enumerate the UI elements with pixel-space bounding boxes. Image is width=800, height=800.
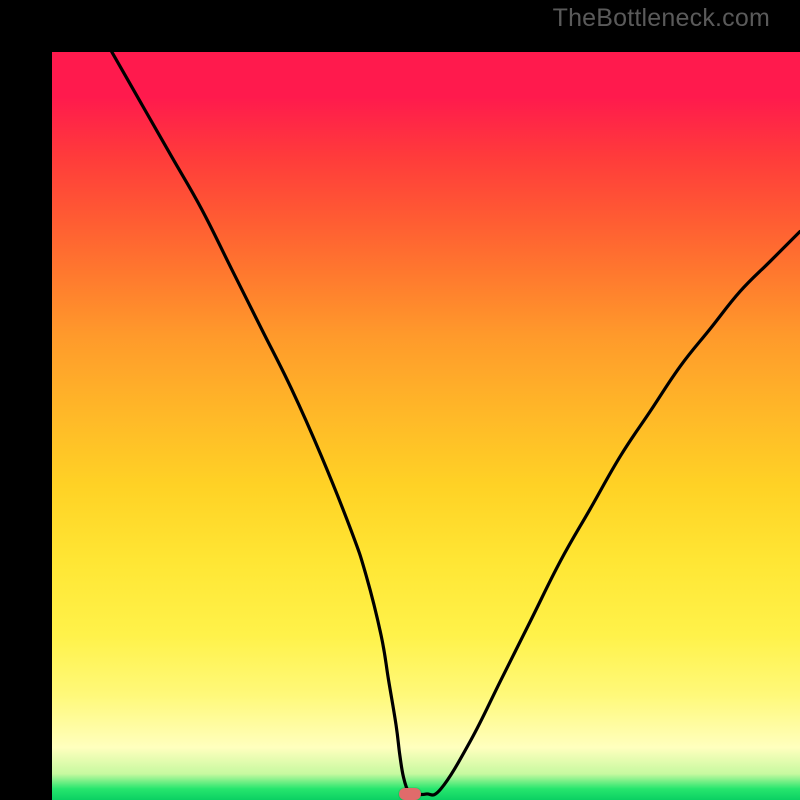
chart-frame — [0, 0, 800, 800]
watermark: TheBottleneck.com — [553, 4, 770, 33]
bottleneck-curve — [52, 52, 800, 800]
plot-area — [52, 52, 800, 800]
optimal-point-marker — [399, 788, 421, 800]
